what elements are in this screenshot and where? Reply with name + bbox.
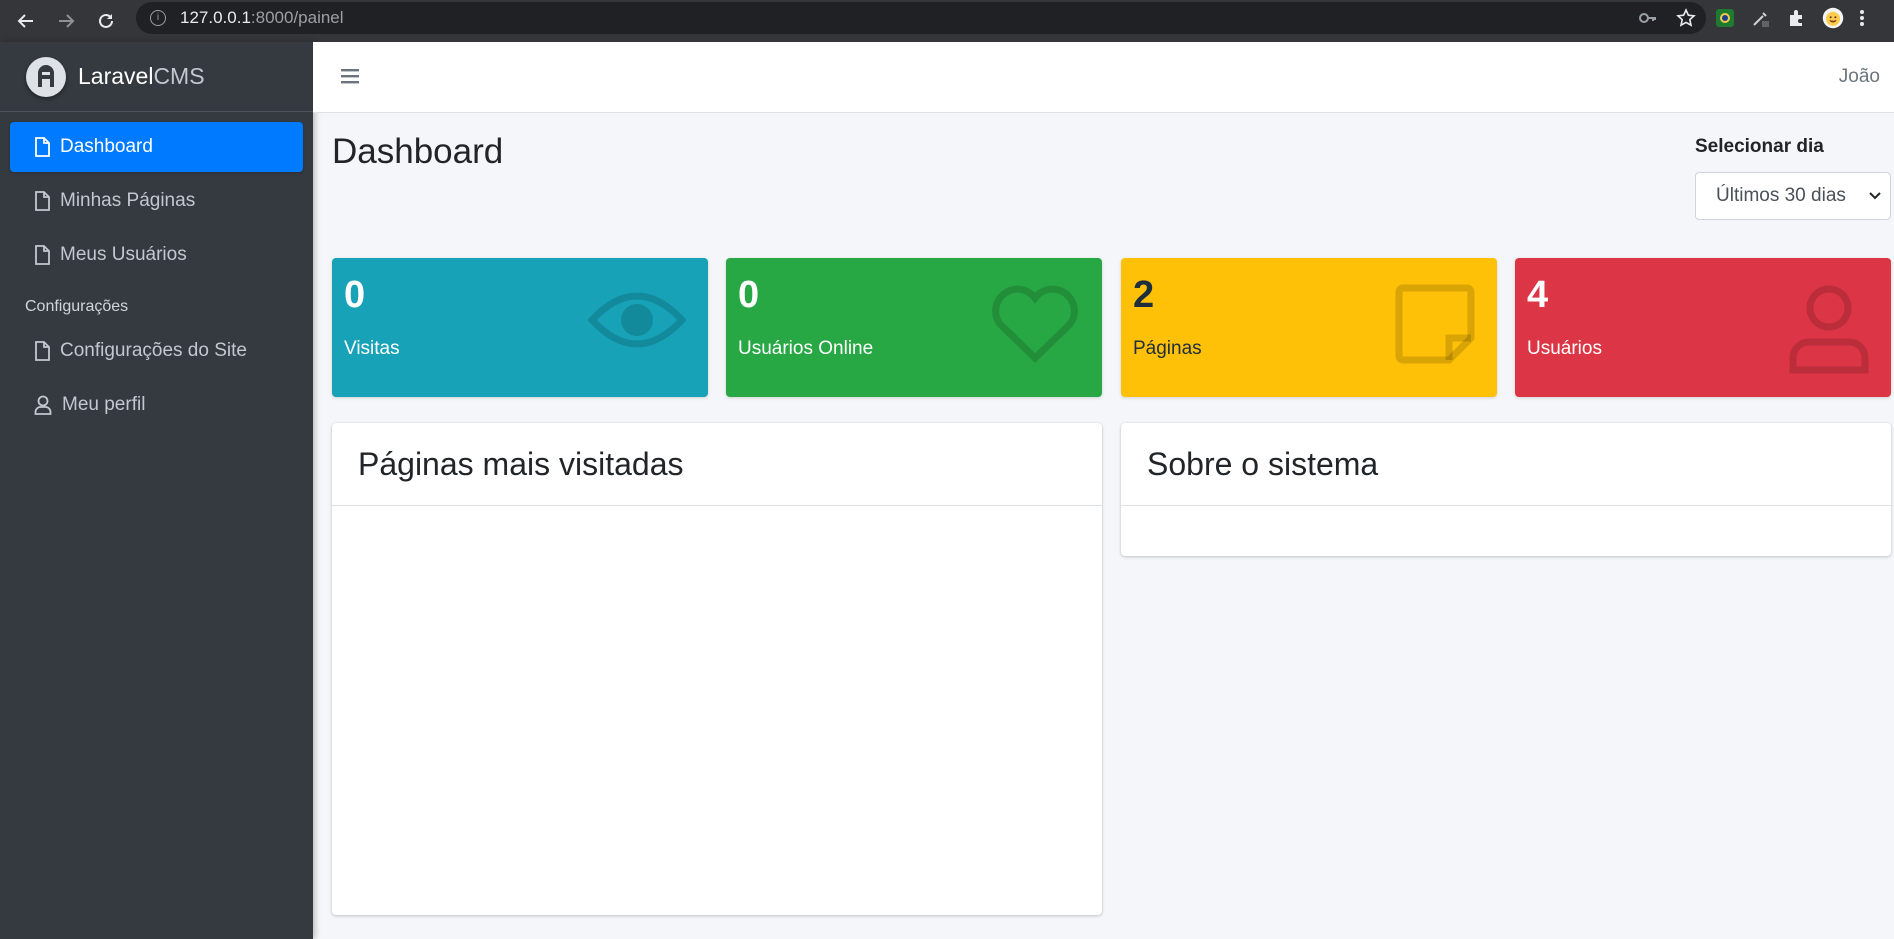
date-filter-value: Últimos 30 dias [1716,185,1846,206]
user-icon [34,395,52,415]
star-icon[interactable] [1676,8,1696,28]
brand-name: LaravelCMS [78,63,205,89]
sidebar-item-dashboard[interactable]: Dashboard [10,122,303,172]
sidebar: LaravelCMS Dashboard Minhas Páginas Meus… [0,42,313,939]
sidebar-toggle-button[interactable] [341,68,359,89]
url-path: :8000/painel [250,8,344,27]
extensions-area [1714,4,1866,32]
arrow-left-icon [17,14,33,28]
arrow-right-icon [59,14,75,28]
reload-button[interactable] [86,3,126,39]
sidebar-item-label: Minhas Páginas [60,190,196,211]
forward-button[interactable] [46,3,86,39]
heart-icon [992,285,1078,363]
sidebar-item-label: Meu perfil [62,394,146,415]
sidebar-item-label: Dashboard [60,136,153,157]
card-title: Sobre o sistema [1121,423,1891,506]
sidebar-menu: Dashboard Minhas Páginas Meus Usuários C… [0,112,313,444]
stat-box-usuarios-online: 0 Usuários Online [726,258,1102,397]
date-filter-label: Selecionar dia [1695,136,1824,157]
stat-box-visitas: 0 Visitas [332,258,708,397]
sidebar-item-label: Meus Usuários [60,244,187,265]
puzzle-icon[interactable] [1786,7,1808,29]
url-host: 127.0.0.1 [180,8,251,27]
file-icon [35,137,50,157]
reload-icon [99,13,113,28]
about-system-card: Sobre o sistema [1121,423,1891,556]
user-menu-link[interactable]: João [1839,66,1880,88]
sidebar-item-meu-perfil[interactable]: Meu perfil [10,380,303,430]
sidebar-item-label: Configurações do Site [60,340,247,361]
top-navbar: João [313,42,1894,113]
key-icon[interactable] [1638,8,1658,28]
eye-icon [588,292,686,348]
menu-dots-icon[interactable] [1858,7,1866,29]
stat-box-usuarios: 4 Usuários [1515,258,1891,397]
hamburger-icon [341,69,359,84]
brand-logo-icon [26,56,66,97]
brand-link[interactable]: LaravelCMS [0,42,313,112]
stat-label: Visitas [344,338,400,359]
address-bar[interactable]: i 127.0.0.1:8000/painel [136,2,1706,34]
stat-label: Páginas [1133,338,1202,359]
stat-value: 0 [344,274,366,316]
eyedropper-icon[interactable] [1750,7,1772,29]
card-title: Páginas mais visitadas [332,423,1102,506]
stat-value: 2 [1133,274,1155,316]
sidebar-section-header: Configurações [25,298,129,315]
file-icon [35,341,50,361]
stat-value: 0 [738,274,760,316]
user-icon [1789,285,1869,374]
file-icon [35,191,50,211]
stat-label: Usuários Online [738,338,874,359]
stat-box-paginas: 2 Páginas [1121,258,1497,397]
stat-label: Usuários [1527,338,1602,359]
file-icon [35,245,50,265]
chevron-down-icon [1869,192,1881,200]
sticky-note-icon [1395,284,1475,364]
date-filter-select[interactable]: Últimos 30 dias [1695,172,1891,220]
sidebar-item-configuracoes-site[interactable]: Configurações do Site [10,326,303,376]
stat-value: 4 [1527,274,1549,316]
most-visited-card: Páginas mais visitadas [332,423,1102,915]
sidebar-item-minhas-paginas[interactable]: Minhas Páginas [10,176,303,226]
browser-toolbar: i 127.0.0.1:8000/painel [0,0,1894,42]
page-title: Dashboard [332,132,504,171]
info-icon: i [150,10,166,26]
extension-green-icon[interactable] [1714,7,1736,29]
back-button[interactable] [6,3,46,39]
sidebar-item-meus-usuarios[interactable]: Meus Usuários [10,230,303,280]
profile-avatar-icon[interactable] [1822,7,1844,29]
